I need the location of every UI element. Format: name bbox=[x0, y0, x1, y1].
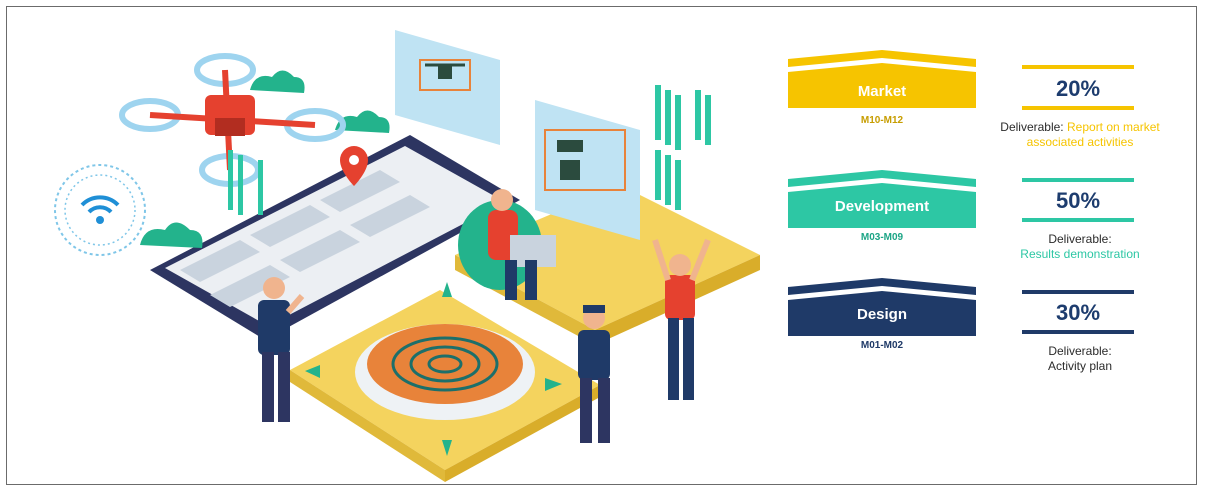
stat-deliverable: Deliverable: Report on market associated… bbox=[990, 120, 1170, 150]
phase-name: Design bbox=[856, 306, 907, 323]
stat-bar-top bbox=[1022, 65, 1134, 69]
stat-deliverable: Deliverable: Activity plan bbox=[990, 344, 1170, 374]
stat-bar-top bbox=[1022, 290, 1134, 294]
phase-months: M10-M12 bbox=[860, 115, 904, 126]
cloud-icon bbox=[140, 222, 203, 248]
person-cheering bbox=[652, 238, 711, 400]
deliverable-prefix: Deliverable: bbox=[1000, 120, 1064, 134]
deliverable-prefix: Deliverable: bbox=[1048, 232, 1112, 246]
phase-development: Development M03-M09 bbox=[788, 170, 976, 250]
phase-name: Market bbox=[857, 83, 907, 100]
stat-percent: 50% bbox=[1055, 188, 1101, 213]
phase-months: M01-M02 bbox=[860, 340, 904, 351]
phase-design: Design M01-M02 bbox=[788, 278, 976, 358]
stat-bar-bottom bbox=[1022, 330, 1134, 334]
arrow-up-icon bbox=[442, 282, 452, 297]
deliverable-text: Activity plan bbox=[1047, 359, 1113, 373]
stat-percent: 20% bbox=[1055, 76, 1101, 101]
stat-design: 30% Deliverable: Activity plan bbox=[1000, 290, 1190, 390]
isometric-illustration bbox=[54, 30, 760, 482]
hologram-screen-drone bbox=[395, 30, 500, 145]
deliverable-prefix: Deliverable: bbox=[1048, 344, 1112, 358]
phase-months: M03-M09 bbox=[860, 232, 904, 243]
phase-name: Development bbox=[834, 198, 930, 215]
deliverable-text: Results demonstration bbox=[1020, 247, 1140, 261]
stat-bar-bottom bbox=[1022, 106, 1134, 110]
stat-percent: 30% bbox=[1055, 300, 1101, 325]
stat-development: 50% Deliverable: Results demonstration bbox=[1000, 178, 1190, 278]
wifi-signal-icon bbox=[54, 164, 146, 256]
stat-bar-bottom bbox=[1022, 218, 1134, 222]
stat-deliverable: Deliverable: Results demonstration bbox=[990, 232, 1170, 262]
phase-market: Market M10-M12 bbox=[788, 50, 976, 130]
stat-bar-top bbox=[1022, 178, 1134, 182]
stat-market: 20% Deliverable: Report on market associ… bbox=[1000, 62, 1190, 162]
